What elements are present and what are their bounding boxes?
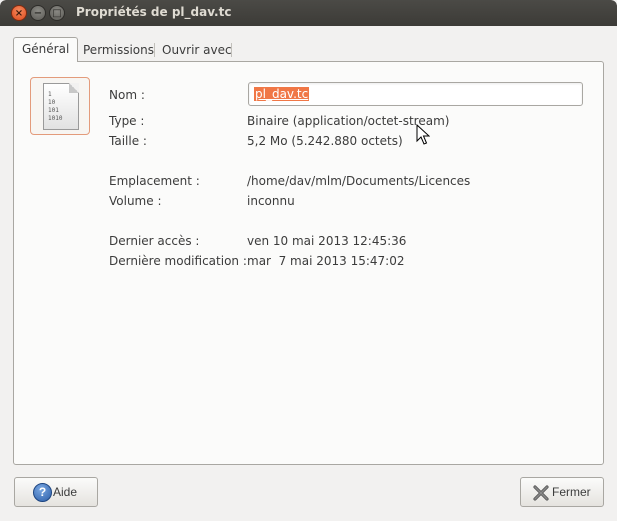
help-button[interactable]: ? Aide [14, 477, 98, 507]
tab-permissions[interactable]: Permissions [75, 39, 162, 61]
type-label: Type : [109, 114, 145, 128]
name-input-selected-text[interactable]: pl_dav.tc [254, 87, 310, 101]
properties-dialog: × − □ Propriétés de pl_dav.tc Général Pe… [0, 0, 617, 521]
close-icon [533, 485, 549, 501]
location-value: /home/dav/mlm/Documents/Licences [247, 174, 471, 188]
location-label: Emplacement : [109, 174, 200, 188]
mouse-pointer-icon [416, 124, 430, 145]
window-title: Propriétés de pl_dav.tc [76, 5, 232, 19]
tab-open-with[interactable]: Ouvrir avec [154, 39, 240, 61]
last-access-label: Dernier accès : [109, 234, 200, 248]
window-maximize-button[interactable]: □ [49, 5, 65, 21]
close-button[interactable]: Fermer [520, 477, 604, 507]
help-icon: ? [33, 483, 52, 502]
general-panel: 1 10 101 1010 Nom : pl_dav.tc Type : Bin… [13, 61, 604, 465]
binary-file-icon: 1 10 101 1010 [43, 83, 79, 130]
last-modified-label: Dernière modification : [109, 254, 247, 268]
size-label: Taille : [109, 134, 147, 148]
window-minimize-button[interactable]: − [30, 5, 46, 21]
volume-value: inconnu [247, 194, 295, 208]
close-button-label: Fermer [552, 485, 591, 499]
volume-label: Volume : [109, 194, 162, 208]
binary-digits: 1 10 101 1010 [48, 91, 63, 122]
page-fold [69, 83, 79, 93]
name-label: Nom : [109, 88, 145, 102]
window-close-button[interactable]: × [11, 5, 27, 21]
last-modified-value: mar 7 mai 2013 15:47:02 [247, 254, 405, 268]
tab-general[interactable]: Général [13, 37, 79, 62]
size-value: 5,2 Mo (5.242.880 octets) [247, 134, 403, 148]
help-button-label: Aide [53, 485, 78, 499]
name-input[interactable]: pl_dav.tc [248, 82, 583, 106]
title-bar[interactable]: × − □ Propriétés de pl_dav.tc [0, 0, 617, 26]
last-access-value: ven 10 mai 2013 12:45:36 [247, 234, 407, 248]
file-icon-button[interactable]: 1 10 101 1010 [30, 77, 90, 135]
tab-separator [231, 43, 232, 57]
